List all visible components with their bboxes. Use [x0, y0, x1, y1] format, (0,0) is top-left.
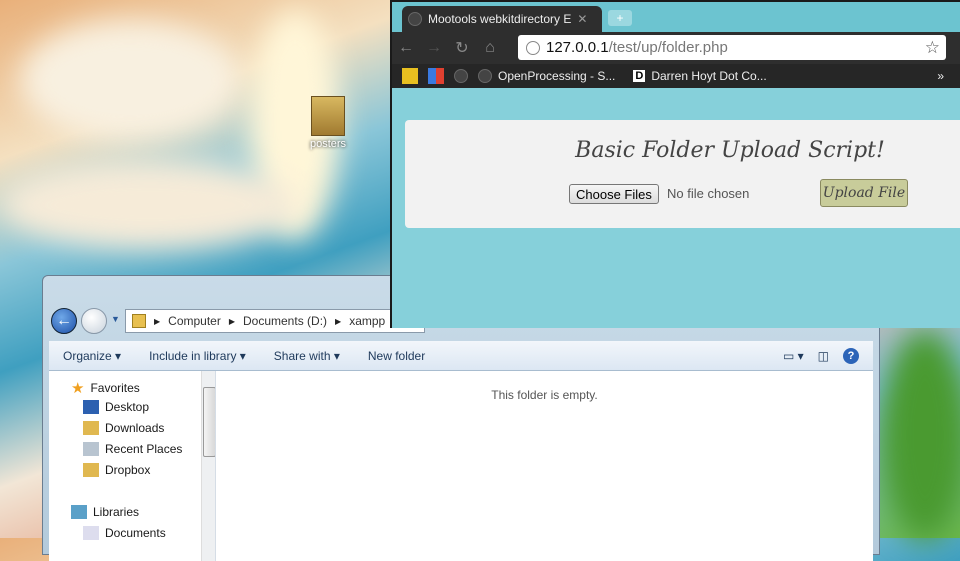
- bookmarks-overflow-button[interactable]: »: [937, 69, 944, 83]
- globe-icon: [478, 69, 492, 83]
- page-content: Basic Folder Upload Script! Choose Files…: [392, 88, 960, 328]
- star-icon: ★: [71, 380, 85, 397]
- bookmarks-bar: OpenProcessing - S... D Darren Hoyt Dot C…: [392, 64, 960, 88]
- organize-button[interactable]: Organize ▾: [49, 349, 135, 363]
- tab-title: Mootools webkitdirectory E: [428, 12, 572, 26]
- nav-label: Desktop: [105, 400, 150, 414]
- nav-label: Recent Places: [105, 442, 183, 456]
- nav-item-downloads[interactable]: Downloads: [83, 421, 164, 435]
- bookmark-label: Darren Hoyt Dot Co...: [651, 69, 767, 83]
- downloads-folder-icon: [83, 421, 99, 435]
- empty-folder-message: This folder is empty.: [491, 388, 598, 402]
- navigation-pane: ★ Favorites Desktop Downloads Recent Plac…: [49, 371, 217, 561]
- browser-window: Mootools webkitdirectory E ✕ + ← → ↻ ⌂ 12…: [390, 0, 960, 328]
- back-button[interactable]: ←: [51, 308, 77, 334]
- nav-item-dropbox[interactable]: Dropbox: [83, 463, 150, 477]
- nav-item-desktop[interactable]: Desktop: [83, 400, 149, 414]
- nav-favorites[interactable]: ★ Favorites: [71, 379, 140, 397]
- nav-label: Libraries: [93, 505, 140, 519]
- close-tab-icon[interactable]: ✕: [577, 12, 587, 26]
- bookmark-label: OpenProcessing - S...: [498, 69, 616, 83]
- page-title: Basic Folder Upload Script!: [575, 138, 885, 163]
- view-options-icon[interactable]: ▭ ▾: [783, 349, 804, 363]
- folder-icon: [311, 96, 345, 136]
- nav-label: Dropbox: [105, 463, 151, 477]
- url-bar[interactable]: 127.0.0.1/test/up/folder.php ☆: [518, 35, 946, 60]
- bookmark-icon-google[interactable]: [428, 68, 444, 84]
- breadcrumb-xampp[interactable]: xampp: [349, 314, 385, 328]
- libraries-icon: [71, 505, 87, 519]
- include-in-library-button[interactable]: Include in library ▾: [135, 349, 260, 363]
- chevron-right-icon[interactable]: ▶: [154, 317, 160, 326]
- folder-icon: [83, 463, 99, 477]
- new-tab-button[interactable]: +: [608, 10, 632, 26]
- bookmark-icon-mail[interactable]: [402, 68, 418, 84]
- tab-strip: Mootools webkitdirectory E ✕ +: [392, 2, 960, 32]
- bookmark-star-icon[interactable]: ☆: [925, 38, 940, 58]
- page-info-icon: [526, 40, 540, 55]
- desktop-icon-posters[interactable]: posters: [302, 96, 354, 150]
- new-folder-button[interactable]: New folder: [354, 349, 439, 363]
- chevron-right-icon[interactable]: ▶: [335, 317, 341, 326]
- breadcrumb-computer[interactable]: Computer: [168, 314, 221, 328]
- tab-active[interactable]: Mootools webkitdirectory E ✕: [402, 6, 602, 32]
- upload-file-button[interactable]: Upload File: [820, 179, 908, 207]
- bookmark-openprocessing[interactable]: OpenProcessing - S...: [478, 69, 615, 83]
- file-list[interactable]: This folder is empty.: [215, 371, 873, 561]
- chevron-right-icon[interactable]: ▶: [229, 317, 235, 326]
- include-label: Include in library: [149, 348, 237, 363]
- reload-icon[interactable]: ↻: [448, 38, 476, 58]
- d-logo-icon: D: [633, 70, 646, 82]
- share-with-button[interactable]: Share with ▾: [260, 349, 354, 363]
- command-bar: Organize ▾ Include in library ▾ Share wi…: [49, 341, 873, 371]
- nav-label: Downloads: [105, 421, 165, 435]
- nav-libraries[interactable]: Libraries: [71, 505, 139, 519]
- bookmark-darren-hoyt[interactable]: D Darren Hoyt Dot Co...: [633, 69, 767, 83]
- share-label: Share with: [273, 348, 331, 363]
- choose-files-button[interactable]: Choose Files: [569, 184, 659, 204]
- forward-button[interactable]: [81, 308, 107, 334]
- organize-label: Organize: [63, 348, 112, 363]
- recent-pages-dropdown[interactable]: ▼: [111, 314, 120, 324]
- forward-icon[interactable]: →: [420, 39, 448, 57]
- url-path: /test/up/folder.php: [608, 39, 728, 56]
- desktop-icon: [83, 400, 99, 414]
- help-icon[interactable]: ?: [843, 347, 859, 364]
- browser-toolbar: ← → ↻ ⌂ 127.0.0.1/test/up/folder.php ☆: [392, 32, 960, 64]
- nav-label: Favorites: [90, 381, 140, 395]
- home-icon[interactable]: ⌂: [476, 39, 504, 57]
- nav-item-recent-places[interactable]: Recent Places: [83, 442, 182, 456]
- recent-places-icon: [83, 442, 99, 456]
- desktop-icon-label: posters: [309, 138, 347, 150]
- breadcrumb-documents[interactable]: Documents (D:): [243, 314, 327, 328]
- favicon-icon: [408, 12, 422, 26]
- bookmark-icon-globe[interactable]: [454, 69, 468, 83]
- preview-pane-icon[interactable]: ◫: [818, 349, 829, 363]
- file-status: No file chosen: [667, 186, 750, 201]
- upload-panel: Basic Folder Upload Script! Choose Files…: [405, 120, 960, 228]
- address-bar[interactable]: ▶ Computer ▶ Documents (D:) ▶ xampp: [125, 309, 425, 333]
- url-host: 127.0.0.1: [546, 39, 609, 56]
- back-icon[interactable]: ←: [392, 39, 420, 57]
- folder-icon: [132, 314, 146, 328]
